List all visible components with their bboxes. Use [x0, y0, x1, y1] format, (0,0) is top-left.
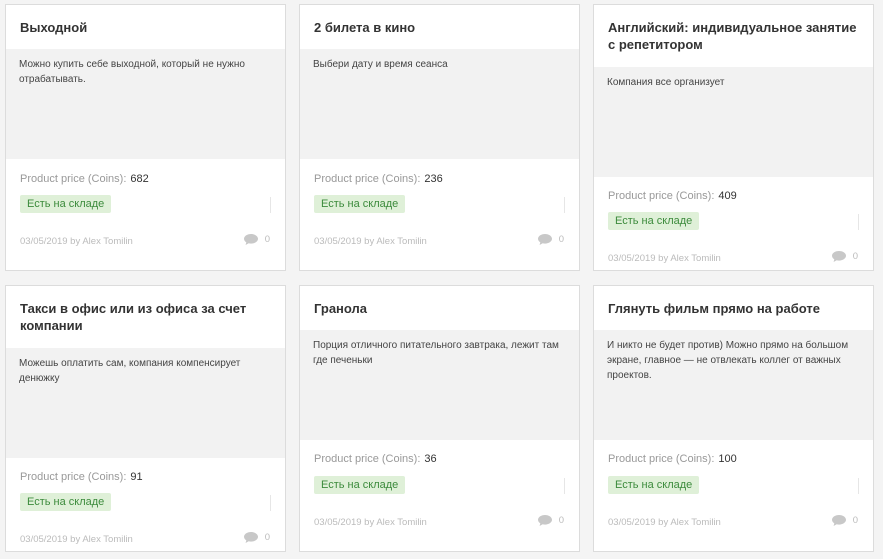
- product-price: Product price (Coins): 236: [314, 173, 443, 185]
- stock-badge: Есть на складе: [314, 476, 406, 494]
- price-label: Product price (Coins):: [608, 453, 715, 465]
- divider: [564, 478, 565, 494]
- post-meta: 03/05/2019 by Alex Tomilin: [20, 236, 133, 247]
- comment-bubble-icon: [831, 251, 846, 262]
- stock-badge: Есть на складе: [608, 212, 700, 230]
- comment-bubble-icon: [537, 234, 552, 245]
- product-price: Product price (Coins): 682: [20, 173, 149, 185]
- divider: [564, 197, 565, 213]
- comment-bubble-icon: [243, 532, 258, 543]
- comments-count[interactable]: 0: [831, 251, 858, 262]
- product-price: Product price (Coins): 91: [20, 471, 143, 483]
- post-meta: 03/05/2019 by Alex Tomilin: [20, 534, 133, 545]
- comments-number: 0: [264, 234, 270, 245]
- product-title[interactable]: Глянуть фильм прямо на работе: [594, 286, 873, 317]
- comments-number: 0: [558, 515, 564, 526]
- price-label: Product price (Coins):: [608, 190, 715, 202]
- price-label: Product price (Coins):: [20, 173, 127, 185]
- comment-bubble-icon: [537, 515, 552, 526]
- comments-count[interactable]: 0: [243, 532, 270, 543]
- price-value: 409: [718, 190, 737, 202]
- comment-bubble-icon: [243, 234, 258, 245]
- price-value: 91: [130, 471, 143, 483]
- divider: [270, 197, 271, 213]
- product-card[interactable]: Гранола Порция отличного питательного за…: [299, 285, 580, 552]
- product-price: Product price (Coins): 36: [314, 453, 437, 465]
- price-value: 682: [130, 173, 149, 185]
- product-description: Компания все организует: [594, 67, 873, 177]
- product-title[interactable]: Гранола: [300, 286, 579, 317]
- comments-number: 0: [852, 515, 858, 526]
- product-description: Выбери дату и время сеанса: [300, 49, 579, 159]
- post-meta: 03/05/2019 by Alex Tomilin: [608, 253, 721, 264]
- product-card[interactable]: Такси в офис или из офиса за счет компан…: [5, 285, 286, 552]
- divider: [858, 214, 859, 230]
- stock-badge: Есть на складе: [20, 493, 112, 511]
- comments-number: 0: [264, 532, 270, 543]
- price-label: Product price (Coins):: [314, 173, 421, 185]
- product-card[interactable]: Английский: индивидуальное занятие с реп…: [593, 4, 874, 271]
- price-value: 36: [424, 453, 437, 465]
- comments-number: 0: [558, 234, 564, 245]
- product-price: Product price (Coins): 409: [608, 190, 737, 202]
- post-meta: 03/05/2019 by Alex Tomilin: [314, 236, 427, 247]
- product-card[interactable]: Выходной Можно купить себе выходной, кот…: [5, 4, 286, 271]
- comments-count[interactable]: 0: [537, 515, 564, 526]
- price-label: Product price (Coins):: [20, 471, 127, 483]
- comment-bubble-icon: [831, 515, 846, 526]
- comments-count[interactable]: 0: [537, 234, 564, 245]
- price-value: 236: [424, 173, 443, 185]
- product-description: Порция отличного питательного завтрака, …: [300, 330, 579, 440]
- product-title[interactable]: Такси в офис или из офиса за счет компан…: [6, 286, 285, 334]
- comments-number: 0: [852, 251, 858, 262]
- product-description: И никто не будет против) Можно прямо на …: [594, 330, 873, 440]
- product-title[interactable]: 2 билета в кино: [300, 5, 579, 36]
- price-value: 100: [718, 453, 737, 465]
- product-description: Можешь оплатить сам, компания компенсиру…: [6, 348, 285, 458]
- product-title[interactable]: Английский: индивидуальное занятие с реп…: [594, 5, 873, 53]
- stock-badge: Есть на складе: [20, 195, 112, 213]
- post-meta: 03/05/2019 by Alex Tomilin: [314, 517, 427, 528]
- product-price: Product price (Coins): 100: [608, 453, 737, 465]
- divider: [270, 495, 271, 511]
- comments-count[interactable]: 0: [831, 515, 858, 526]
- comments-count[interactable]: 0: [243, 234, 270, 245]
- post-meta: 03/05/2019 by Alex Tomilin: [608, 517, 721, 528]
- price-label: Product price (Coins):: [314, 453, 421, 465]
- stock-badge: Есть на складе: [608, 476, 700, 494]
- product-card[interactable]: Глянуть фильм прямо на работе И никто не…: [593, 285, 874, 552]
- stock-badge: Есть на складе: [314, 195, 406, 213]
- divider: [858, 478, 859, 494]
- product-title[interactable]: Выходной: [6, 5, 285, 36]
- product-description: Можно купить себе выходной, который не н…: [6, 49, 285, 159]
- product-card[interactable]: 2 билета в кино Выбери дату и время сеан…: [299, 4, 580, 271]
